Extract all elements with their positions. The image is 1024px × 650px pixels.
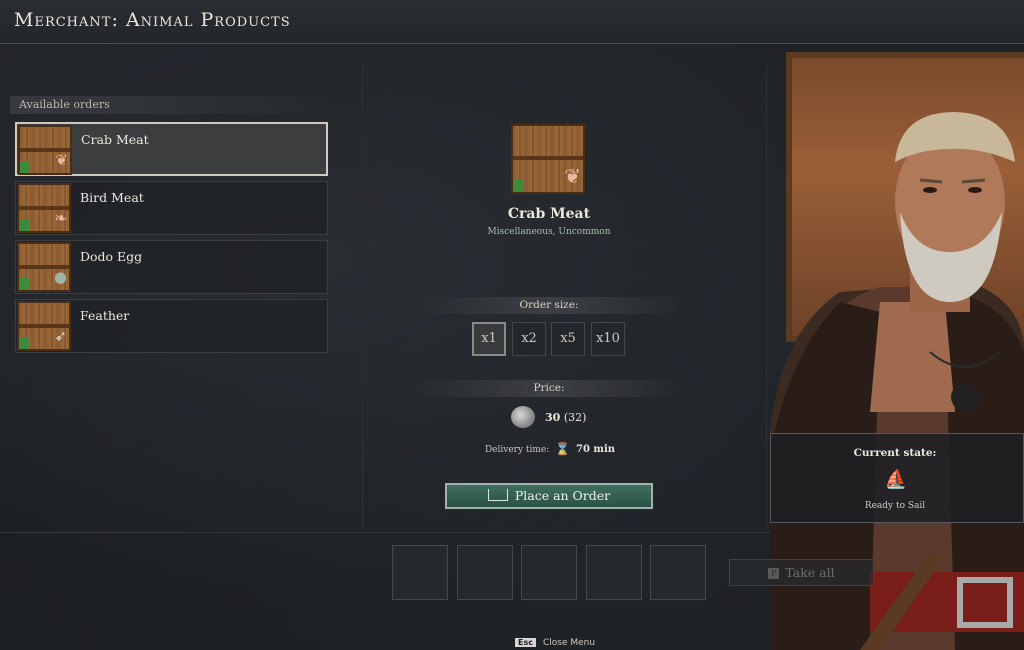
- order-item-label: Crab Meat: [81, 132, 149, 147]
- order-list: ❦ Crab Meat ❧ Bird Meat ● Dodo Egg ➶ Fea…: [15, 122, 328, 358]
- current-state-panel: Current state: ⛵ Ready to Sail: [770, 433, 1024, 523]
- close-menu-label: Close Menu: [542, 638, 596, 648]
- spacebar-key-icon: [487, 489, 508, 501]
- esc-key: Esc: [515, 638, 536, 647]
- order-item-label: Dodo Egg: [80, 249, 143, 264]
- ship-icon: ⛵: [884, 469, 908, 490]
- order-item-crab-meat[interactable]: ❦ Crab Meat: [15, 122, 328, 176]
- size-button-x2[interactable]: x2: [512, 322, 546, 356]
- coin-icon: [511, 406, 535, 428]
- delivery-slot-5[interactable]: [650, 545, 706, 600]
- selected-item-subtitle: Miscellaneous, Uncommon: [487, 227, 611, 237]
- dodo-egg-crate-icon: ●: [17, 242, 71, 292]
- size-button-x1[interactable]: x1: [472, 322, 506, 356]
- delivery-slot-4[interactable]: [586, 545, 642, 600]
- size-button-x10[interactable]: x10: [591, 322, 625, 356]
- price-label: Price:: [414, 380, 684, 397]
- size-button-x5[interactable]: x5: [551, 322, 585, 356]
- order-item-feather[interactable]: ➶ Feather: [15, 299, 328, 353]
- divider-left: [362, 60, 363, 530]
- close-menu-hint[interactable]: Esc Close Menu: [515, 638, 595, 648]
- price-original: (32): [563, 411, 587, 424]
- order-item-label: Feather: [80, 308, 130, 323]
- place-order-label: Place an Order: [514, 488, 611, 503]
- take-all-button[interactable]: F Take all: [729, 559, 874, 586]
- hourglass-icon: ⌛: [555, 442, 571, 456]
- price-value: 30 (32): [545, 411, 586, 424]
- take-all-label: Take all: [785, 565, 835, 580]
- orders-section-label: Available orders: [10, 96, 332, 114]
- take-all-key: F: [768, 568, 780, 579]
- current-state-value: Ready to Sail: [864, 501, 926, 511]
- delivery-time: Delivery time: ⌛ 70 min: [430, 442, 670, 456]
- selected-item-crate-icon: ❦: [511, 124, 585, 194]
- orders-panel: Available orders ❦ Crab Meat ❧ Bird Meat…: [10, 96, 332, 356]
- selected-item-name: Crab Meat: [507, 206, 591, 222]
- crab-meat-crate-icon: ❦: [18, 125, 72, 175]
- bird-meat-crate-icon: ❧: [17, 183, 71, 233]
- order-item-label: Bird Meat: [80, 190, 144, 205]
- place-order-button[interactable]: Place an Order: [445, 483, 653, 509]
- order-size-label: Order size:: [414, 297, 684, 314]
- order-item-dodo-egg[interactable]: ● Dodo Egg: [15, 240, 328, 294]
- page-title: Merchant: Animal Products: [14, 9, 291, 31]
- current-state-title: Current state:: [853, 447, 937, 459]
- delivery-label: Delivery time:: [484, 445, 550, 455]
- delivery-slot-1[interactable]: [392, 545, 448, 600]
- delivery-slot-3[interactable]: [521, 545, 577, 600]
- feather-crate-icon: ➶: [17, 301, 71, 351]
- divider-right: [766, 60, 767, 530]
- delivery-value: 70 min: [576, 444, 616, 455]
- header-bar: Merchant: Animal Products: [0, 0, 1024, 44]
- delivery-slot-2[interactable]: [457, 545, 513, 600]
- order-item-bird-meat[interactable]: ❧ Bird Meat: [15, 181, 328, 235]
- price-amount: 30: [545, 411, 561, 424]
